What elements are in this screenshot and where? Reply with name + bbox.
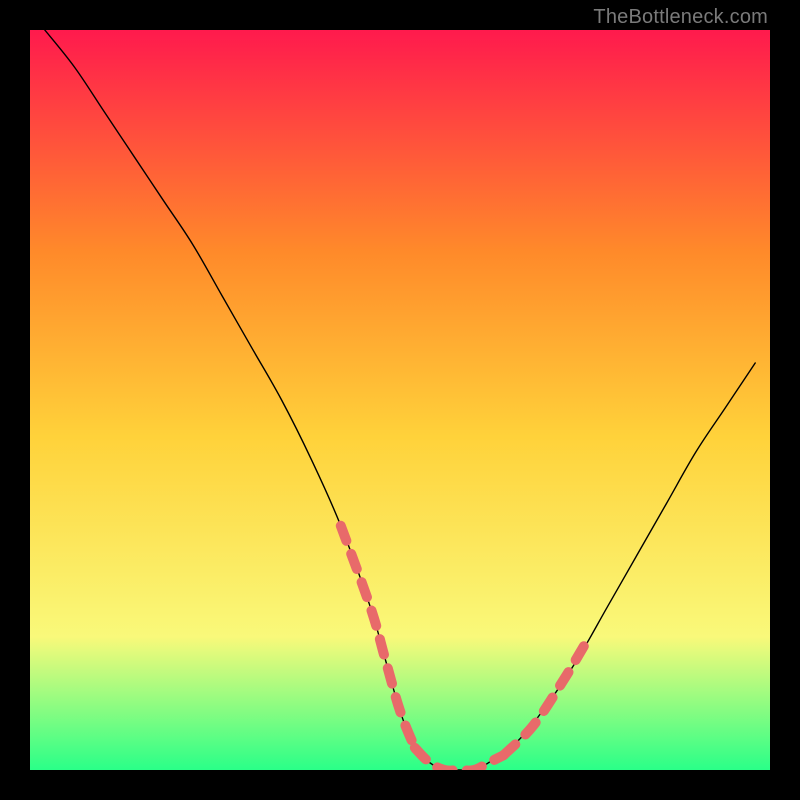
- chart-background-gradient: [30, 30, 770, 770]
- watermark-text: TheBottleneck.com: [593, 6, 768, 29]
- chart-frame: TheBottleneck.com: [0, 0, 800, 800]
- chart-svg: [30, 30, 770, 770]
- plot-area: [30, 30, 770, 770]
